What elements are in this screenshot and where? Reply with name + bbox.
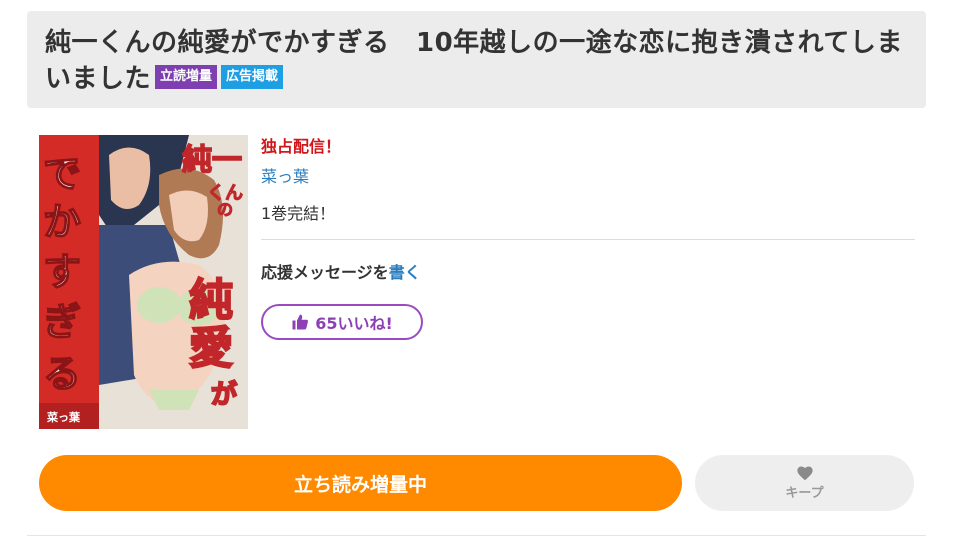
read-preview-button[interactable]: 立ち読み増量中 <box>39 455 682 511</box>
author-link[interactable]: 菜っ葉 <box>261 163 309 187</box>
like-button[interactable]: 65いいね! <box>261 304 423 340</box>
book-cover[interactable]: 純一 くん の で か す ぎ る 純 愛 が 菜っ葉 <box>39 135 248 429</box>
cheer-prefix: 応援メッセージを <box>261 263 389 282</box>
badge-extended-preview: 立読増量 <box>155 64 218 89</box>
cover-bottom-1: 純 <box>189 275 233 326</box>
write-message-link[interactable]: 書く <box>389 263 421 282</box>
cheer-message: 応援メッセージを書く <box>261 259 421 283</box>
keep-label: キープ <box>785 486 824 501</box>
book-title: 純一くんの純愛がでかすぎる 10年越しの一途な恋に抱き潰されてしまいました 立読増… <box>45 25 908 97</box>
cover-title-no: の <box>217 200 233 219</box>
title-box: 純一くんの純愛がでかすぎる 10年越しの一途な恋に抱き潰されてしまいました 立読増… <box>27 11 926 108</box>
book-detail-page: 純一くんの純愛がでかすぎる 10年越しの一途な恋に抱き潰されてしまいました 立読増… <box>0 0 959 538</box>
cover-title-top: 純一 <box>182 143 242 178</box>
bottom-divider <box>27 535 926 536</box>
cover-bottom-3: が <box>211 379 237 410</box>
cover-big-3: す <box>43 250 81 294</box>
exclusive-label: 独占配信！ <box>261 137 342 156</box>
like-count-label: 65いいね! <box>315 314 393 333</box>
divider <box>261 239 915 240</box>
badge-ad: 広告掲載 <box>221 64 284 89</box>
cover-big-2: か <box>43 200 81 244</box>
cover-big-5: る <box>43 352 81 396</box>
cover-bottom-2: 愛 <box>189 323 233 374</box>
keep-button[interactable]: キープ <box>695 455 914 511</box>
cover-big-4: ぎ <box>43 300 81 344</box>
cover-art: 純一 くん の で か す ぎ る 純 愛 が 菜っ葉 <box>39 135 248 429</box>
volume-status: 1巻完結！ <box>261 204 336 223</box>
heart-icon <box>796 466 813 481</box>
cover-author: 菜っ葉 <box>46 410 81 424</box>
thumbs-up-icon <box>292 314 309 330</box>
cover-big-1: で <box>43 152 81 196</box>
read-preview-label: 立ち読み増量中 <box>293 473 427 496</box>
